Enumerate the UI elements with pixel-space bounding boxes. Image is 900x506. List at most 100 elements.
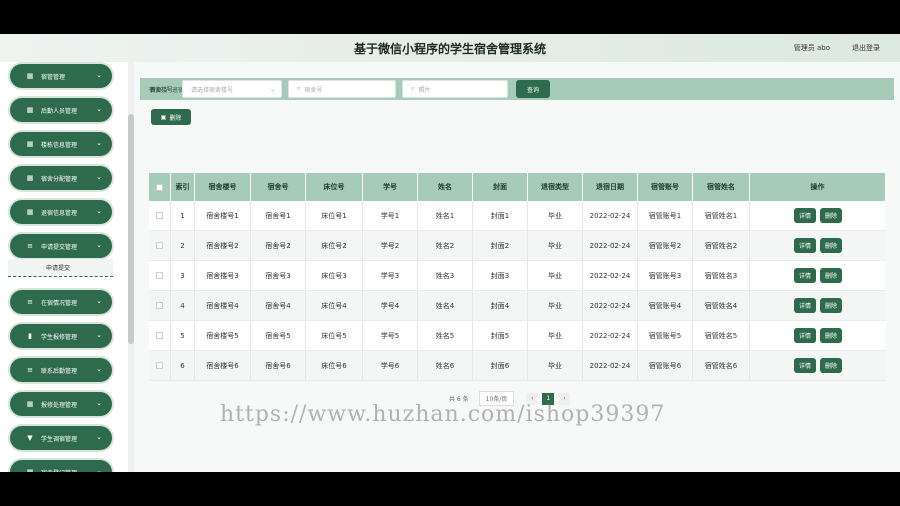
table-cell: 5: [171, 321, 195, 350]
table-cell: 毕业: [528, 201, 583, 230]
row-actions: 详情 删除: [750, 321, 886, 350]
row-checkbox[interactable]: [149, 201, 171, 230]
row-checkbox[interactable]: [149, 351, 171, 380]
table-cell: 宿管账号3: [638, 261, 693, 290]
table-cell: 宿管账号6: [638, 351, 693, 380]
sidebar-scrollbar[interactable]: [128, 62, 134, 472]
table-cell: 学号5: [363, 321, 418, 350]
submenu-item[interactable]: 申请提交: [8, 259, 113, 277]
sidebar-item[interactable]: ▦ 报修处理管理 ⌄: [10, 392, 112, 416]
row-actions: 详情 删除: [750, 291, 886, 320]
table-cell: 毕业: [528, 231, 583, 260]
delete-button[interactable]: 删除: [820, 328, 843, 343]
table-cell: 3: [171, 261, 195, 290]
delete-button[interactable]: 删除: [820, 268, 843, 283]
checkbox-box: [156, 272, 163, 279]
delete-button[interactable]: 删除: [820, 208, 843, 223]
row-checkbox[interactable]: [149, 321, 171, 350]
table-row: 2 宿舍楼号2 宿舍号2 床位号2 学号2 姓名2 封面2 毕业 2022-02-24 宿管账号2…: [149, 231, 886, 261]
column-header: 退宿类型: [528, 173, 583, 201]
select-all-checkbox[interactable]: [149, 173, 171, 201]
bar-chart-icon: ▮: [28, 332, 32, 340]
sidebar-item[interactable]: ≡ 申请提交管理 ⌄: [10, 234, 112, 258]
table-row: 1 宿舍楼号1 宿舍号1 床位号1 学号1 姓名1 封面1 毕业 2022-02-24 宿管账号1…: [149, 201, 886, 231]
detail-button[interactable]: 详情: [793, 298, 816, 313]
table-cell: 封面5: [473, 321, 528, 350]
sidebar-item[interactable]: ▦ 宿舍分配管理 ⌄: [10, 166, 112, 190]
sidebar-item[interactable]: ▦ 宿管管理 ⌄: [10, 64, 112, 88]
building-select[interactable]: 请选择宿舍楼号 ⌄: [182, 80, 282, 98]
menu-icon: ≡: [27, 298, 33, 306]
sidebar-item-label: 申请提交管理: [41, 243, 78, 251]
delete-button[interactable]: 删除: [820, 298, 843, 313]
sidebar-item[interactable]: ▦ 宿舍登记管理 ⌄: [10, 460, 112, 472]
batch-delete-label: 删除: [169, 114, 182, 122]
detail-button[interactable]: 详情: [793, 358, 816, 373]
row-actions: 详情 删除: [750, 201, 886, 230]
sidebar-item-label: 后勤人员管理: [41, 107, 78, 115]
row-actions: 详情 删除: [750, 351, 886, 380]
table-cell: 宿管姓名2: [693, 231, 750, 260]
room-input[interactable]: ⌕ 宿舍号: [288, 80, 396, 98]
column-header: 封面: [473, 173, 528, 201]
checkbox-box: [156, 332, 163, 339]
sidebar: ▦ 宿管管理 ⌄ ▦ 后勤人员管理 ⌄ ▦ 楼栋信息管理 ⌄ ▦ 宿舍分配管理 ⌄ ▦ 退宿信息管理 ⌄ ≡ 申…: [0, 62, 128, 472]
table-cell: 宿舍号6: [251, 351, 306, 380]
table-cell: 学号4: [363, 291, 418, 320]
detail-button[interactable]: 详情: [793, 268, 816, 283]
row-checkbox[interactable]: [149, 261, 171, 290]
sidebar-item[interactable]: ▦ 后勤人员管理 ⌄: [10, 98, 112, 122]
table-cell: 宿管姓名6: [693, 351, 750, 380]
sidebar-item-label: 联系后勤管理: [41, 367, 78, 375]
table-row: 3 宿舍楼号3 宿舍号3 床位号3 学号3 姓名3 封面3 毕业 2022-02-24 宿管账号3…: [149, 261, 886, 291]
detail-button[interactable]: 详情: [793, 328, 816, 343]
table-cell: 封面3: [473, 261, 528, 290]
table-cell: 宿舍号1: [251, 201, 306, 230]
sidebar-item[interactable]: ▼ 学生调宿管理 ⌄: [10, 426, 112, 450]
sidebar-item[interactable]: ▮ 学生报修管理 ⌄: [10, 324, 112, 348]
table-cell: 宿管姓名3: [693, 261, 750, 290]
photo-input[interactable]: ⌕ 照片: [402, 80, 508, 98]
delete-button[interactable]: 删除: [820, 238, 843, 253]
column-header: 宿管账号: [638, 173, 693, 201]
photo-placeholder: 照片: [418, 86, 431, 94]
grid-icon: ▦: [26, 208, 34, 216]
table-cell: 宿舍号4: [251, 291, 306, 320]
table-cell: 床位号1: [306, 201, 363, 230]
table-cell: 姓名4: [418, 291, 473, 320]
detail-button[interactable]: 详情: [793, 208, 816, 223]
sidebar-item-label: 报修处理管理: [41, 401, 78, 409]
sidebar-item[interactable]: ▦ 退宿信息管理 ⌄: [10, 200, 112, 224]
sidebar-item[interactable]: ≡ 联系后勤管理 ⌄: [10, 358, 112, 382]
table-row: 5 宿舍楼号5 宿舍号5 床位号5 学号5 姓名5 封面5 毕业 2022-02-24 宿管账号5…: [149, 321, 886, 351]
table-cell: 宿舍楼号5: [195, 321, 251, 350]
chevron-down-icon: ⌄: [96, 105, 102, 113]
table-row: 6 宿舍楼号6 宿舍号6 床位号6 学号6 姓名6 封面6 毕业 2022-02-24 宿管账号6…: [149, 351, 886, 381]
batch-delete-button[interactable]: ▣ 删除: [151, 109, 191, 125]
grid-icon: ▦: [26, 140, 34, 148]
column-header: 姓名: [418, 173, 473, 201]
table-cell: 宿舍楼号3: [195, 261, 251, 290]
column-header: 退宿日期: [583, 173, 638, 201]
detail-button[interactable]: 详情: [793, 238, 816, 253]
sidebar-item[interactable]: ≡ 在宿情况管理 ⌄: [10, 290, 112, 314]
grid-icon: ▦: [26, 468, 34, 472]
checkbox-box: [156, 242, 163, 249]
delete-button[interactable]: 删除: [820, 358, 843, 373]
table-cell: 封面6: [473, 351, 528, 380]
table-cell: 宿管姓名1: [693, 201, 750, 230]
sidebar-item[interactable]: ▦ 楼栋信息管理 ⌄: [10, 132, 112, 156]
table-cell: 宿舍楼号1: [195, 201, 251, 230]
query-button[interactable]: 查询: [516, 80, 550, 98]
row-checkbox[interactable]: [149, 291, 171, 320]
logout-link[interactable]: 退出登录: [852, 43, 880, 53]
row-checkbox[interactable]: [149, 231, 171, 260]
table-cell: 宿舍号3: [251, 261, 306, 290]
app-window: 基于微信小程序的学生宿舍管理系统 管理员 abo 退出登录 ▦ 宿管管理 ⌄ ▦ 后勤人…: [0, 34, 900, 472]
table-cell: 宿管姓名4: [693, 291, 750, 320]
table-cell: 2022-02-24: [583, 201, 638, 230]
table-cell: 封面2: [473, 231, 528, 260]
scrollbar-thumb[interactable]: [128, 114, 134, 344]
room-placeholder: 宿舍号: [304, 86, 323, 94]
column-header: 宿舍号: [251, 173, 306, 201]
